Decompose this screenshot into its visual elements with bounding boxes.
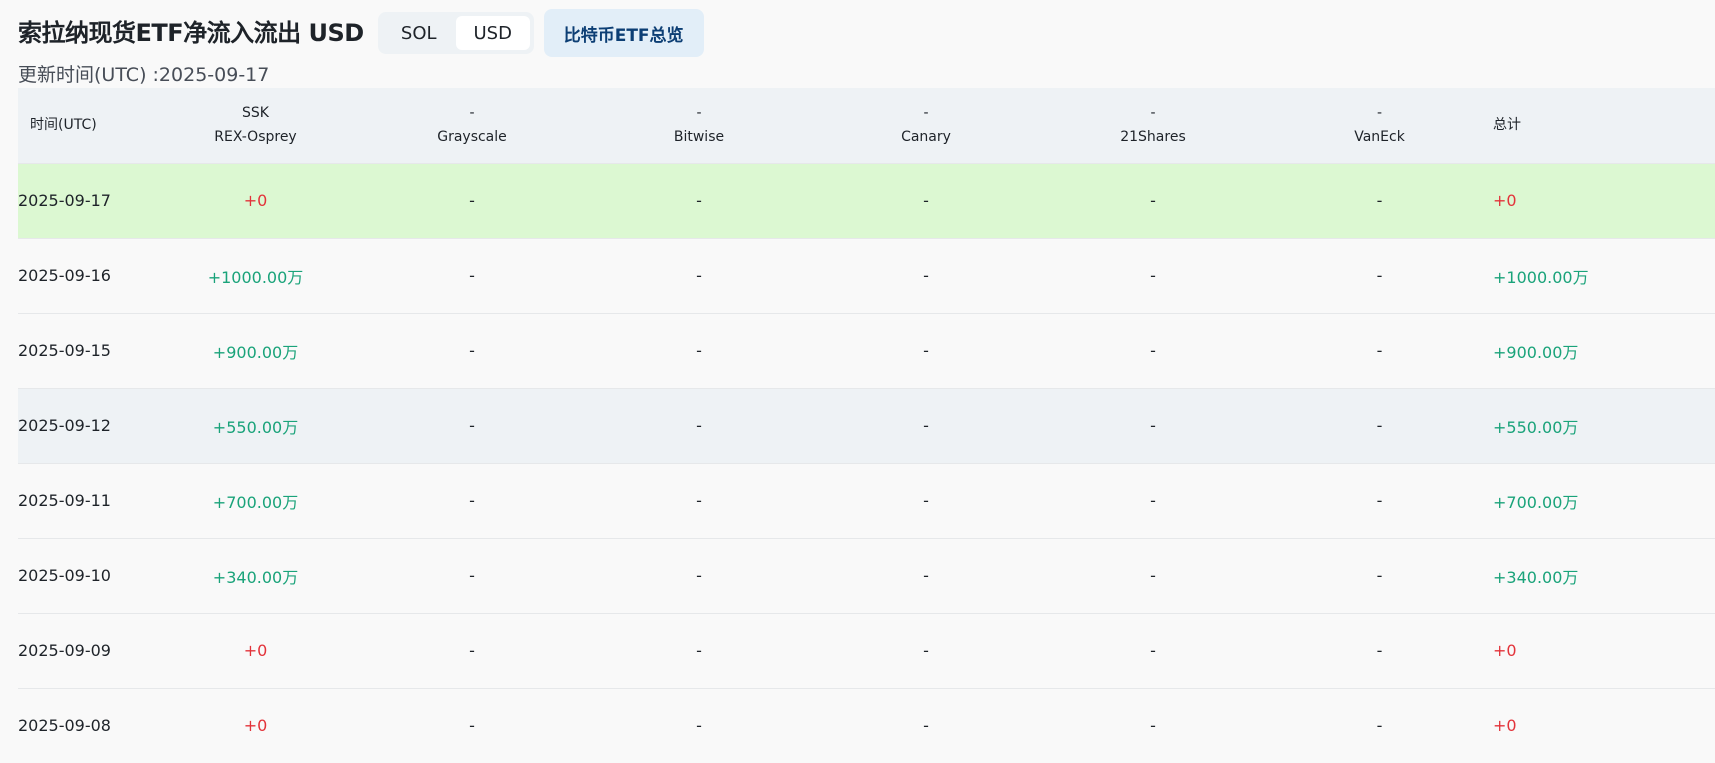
table-row: 2025-09-10 +340.00万 - - - - - +340.00万 [18,538,1715,613]
cell-21shares: - [1150,491,1156,510]
etf-flow-table: 时间(UTC) SSK REX-Osprey - Grayscale - Bitwis… [18,88,1715,763]
cell-bitwise: - [696,266,702,285]
column-header-grayscale: - Grayscale [437,105,507,146]
cell-canary: - [923,491,929,510]
cell-canary: - [923,341,929,360]
table-row: 2025-09-11 +700.00万 - - - - - +700.00万 [18,463,1715,538]
cell-total: +0 [1493,191,1517,210]
cell-date: 2025-09-12 [18,416,111,435]
cell-bitwise: - [696,341,702,360]
cell-total: +0 [1493,716,1517,736]
cell-date: 2025-09-09 [18,641,111,660]
cell-total: +900.00万 [1493,342,1579,362]
cell-ssk: +0 [243,641,268,660]
column-header-time: 时间(UTC) [30,117,97,134]
column-header-21shares: -21Shares [1120,105,1186,146]
column-header-bitwise: - Bitwise [673,105,725,146]
cell-grayscale: - [469,716,475,736]
cell-ssk: +700.00万 [212,492,299,512]
cell-total: +340.00万 [1493,567,1579,587]
cell-ssk: +0 [243,191,268,210]
column-header-ssk: SSK REX-Osprey [214,105,297,146]
cell-total: +1000.00万 [1493,267,1589,287]
cell-ssk: +0 [243,716,268,736]
btc-etf-overview-button[interactable]: 比特币ETF总览 [543,9,704,57]
cell-date: 2025-09-17 [18,191,111,210]
cell-date: 2025-09-15 [18,341,111,360]
cell-canary: - [923,266,929,285]
cell-vaneck: - [1376,191,1383,210]
page-header: 索拉纳现货ETF净流入流出 USD SOL USD 比特币ETF总览 [18,9,704,57]
cell-bitwise: - [696,641,702,660]
update-time: 更新时间(UTC) :2025-09-17 [18,64,270,86]
cell-grayscale: - [469,266,475,285]
table-row: 2025-09-17 +0 - - - - - +0 [18,163,1715,238]
cell-21shares: - [1150,566,1156,585]
unit-toggle: SOL USD [377,12,534,54]
cell-21shares: - [1150,266,1156,285]
cell-total: +550.00万 [1493,417,1579,437]
cell-bitwise: - [696,416,702,435]
cell-bitwise: - [696,191,702,210]
cell-grayscale: - [469,566,475,585]
cell-vaneck: - [1376,416,1383,435]
toggle-usd[interactable]: USD [455,16,530,50]
cell-vaneck: - [1376,641,1383,660]
cell-bitwise: - [696,566,702,585]
cell-21shares: - [1150,641,1156,660]
cell-grayscale: - [469,641,475,660]
table-row: 2025-09-16 +1000.00万 - - - - - +1000.00万 [18,238,1715,313]
toggle-sol[interactable]: SOL [382,16,456,50]
column-header-vaneck: - VanEck [1354,105,1405,146]
cell-vaneck: - [1376,716,1383,736]
cell-canary: - [923,416,929,435]
cell-total: +0 [1493,641,1517,660]
column-header-canary: - Canary [901,105,951,146]
cell-ssk: +550.00万 [212,417,299,437]
cell-grayscale: - [469,191,475,210]
cell-21shares: - [1150,341,1156,360]
cell-canary: - [923,716,929,736]
cell-21shares: - [1150,191,1156,210]
cell-ssk: +1000.00万 [207,267,304,287]
cell-ssk: +900.00万 [212,342,299,362]
cell-date: 2025-09-11 [18,491,111,510]
cell-grayscale: - [469,416,475,435]
cell-21shares: - [1150,716,1156,736]
cell-bitwise: - [696,491,702,510]
table-row: 2025-09-08 +0 - - - - - +0 [18,688,1715,763]
cell-vaneck: - [1376,491,1383,510]
table-row: 2025-09-12 +550.00万 - - - - - +550.00万 [18,388,1715,463]
cell-vaneck: - [1376,566,1383,585]
table-row: 2025-09-09 +0 - - - - - +0 [18,613,1715,688]
cell-date: 2025-09-08 [18,716,111,736]
cell-canary: - [923,191,929,210]
cell-ssk: +340.00万 [212,567,299,587]
cell-21shares: - [1150,416,1156,435]
cell-date: 2025-09-16 [18,266,111,285]
cell-bitwise: - [696,716,702,736]
cell-canary: - [923,566,929,585]
cell-vaneck: - [1376,266,1383,285]
column-header-total: 总计 [1493,117,1521,134]
cell-date: 2025-09-10 [18,566,111,585]
cell-grayscale: - [469,341,475,360]
cell-total: +700.00万 [1493,492,1579,512]
cell-grayscale: - [469,491,475,510]
table-header-row: 时间(UTC) SSK REX-Osprey - Grayscale - Bitwis… [18,88,1715,163]
table-row: 2025-09-15 +900.00万 - - - - - +900.00万 [18,313,1715,388]
cell-vaneck: - [1376,341,1383,360]
page-title: 索拉纳现货ETF净流入流出 USD [18,19,364,47]
cell-canary: - [923,641,929,660]
